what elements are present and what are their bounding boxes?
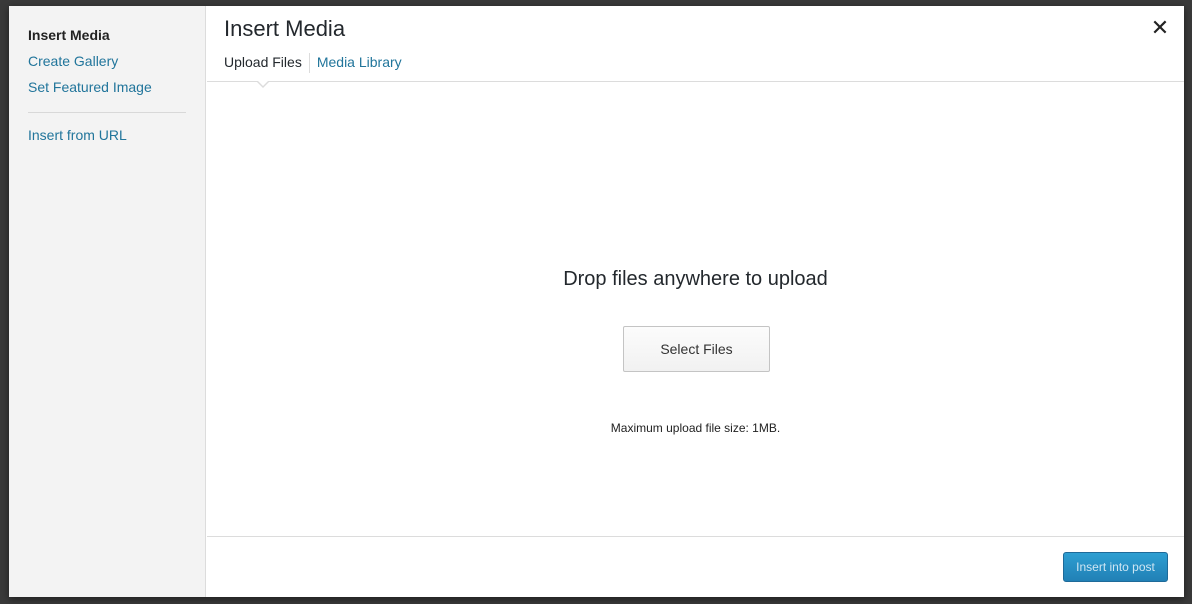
menu-item-insert-from-url[interactable]: Insert from URL	[9, 126, 205, 152]
menu-item-insert-media[interactable]: Insert Media	[9, 26, 205, 52]
select-files-button[interactable]: Select Files	[623, 326, 770, 372]
close-icon[interactable]: ✕	[1150, 17, 1170, 39]
tab-media-library[interactable]: Media Library	[310, 50, 409, 75]
max-upload-size-text: Maximum upload file size: 1MB.	[610, 421, 781, 435]
menu-separator	[28, 112, 186, 113]
upload-drop-area[interactable]: Drop files anywhere to upload Select Fil…	[207, 82, 1184, 536]
media-frame: Insert Media ✕ Upload Files Media Librar…	[207, 6, 1184, 597]
media-toolbar: Insert into post	[207, 536, 1184, 597]
drop-instructions: Drop files anywhere to upload	[563, 268, 828, 290]
media-menu: Insert Media Create Gallery Set Featured…	[9, 6, 206, 597]
tab-upload-files[interactable]: Upload Files	[217, 50, 309, 75]
media-modal: Insert Media Create Gallery Set Featured…	[9, 6, 1184, 597]
frame-title: Insert Media	[224, 16, 346, 41]
menu-item-create-gallery[interactable]: Create Gallery	[9, 52, 205, 78]
insert-into-post-button[interactable]: Insert into post	[1063, 552, 1168, 582]
media-menu-list: Insert Media Create Gallery Set Featured…	[9, 6, 205, 152]
menu-item-set-featured-image[interactable]: Set Featured Image	[9, 78, 205, 104]
media-router: Upload Files Media Library	[217, 50, 409, 75]
